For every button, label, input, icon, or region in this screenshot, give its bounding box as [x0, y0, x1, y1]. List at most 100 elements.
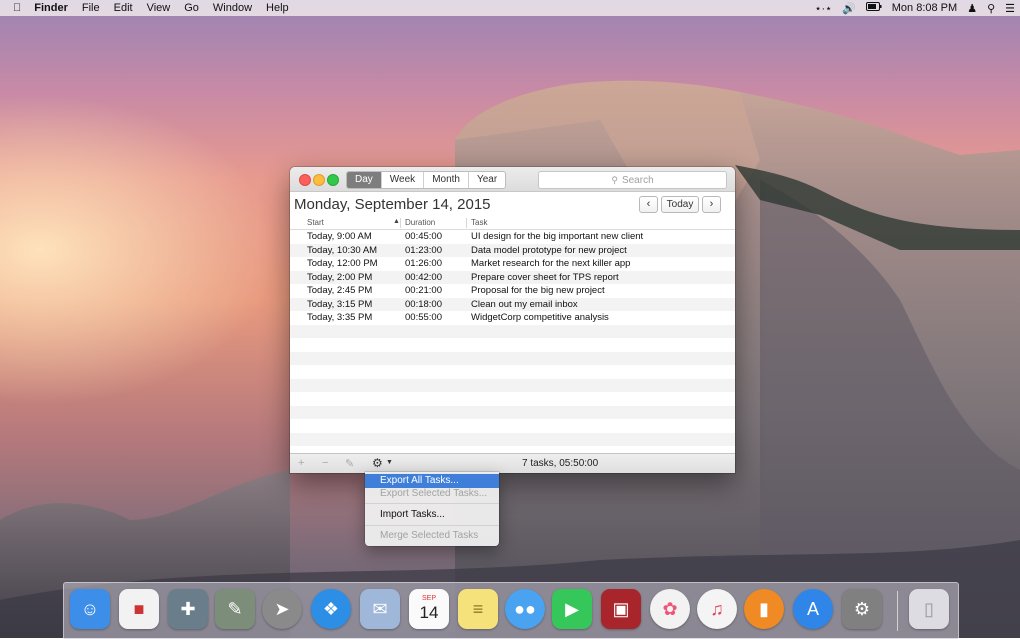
ibooks-icon[interactable]: ▮: [744, 589, 784, 629]
launchpad-icon[interactable]: ➤: [262, 589, 302, 629]
cell-task: Proposal for the big new project: [471, 285, 605, 296]
empty-row: [290, 365, 735, 379]
notes-icon[interactable]: ≡: [458, 589, 498, 629]
tab-day[interactable]: Day: [347, 172, 381, 188]
empty-row: [290, 378, 735, 392]
date-navigation: ‹ Today ›: [636, 196, 721, 213]
safari-icon[interactable]: ❖: [311, 589, 351, 629]
empty-row: [290, 432, 735, 446]
app-icon-3[interactable]: ✚: [168, 589, 208, 629]
gear-icon[interactable]: ⚙: [372, 456, 383, 470]
photos-icon[interactable]: ✿: [650, 589, 690, 629]
menu-item-export-all[interactable]: Export All Tasks...: [365, 474, 499, 488]
empty-row: [290, 392, 735, 406]
menu-item-export-selected: Export Selected Tasks...: [380, 488, 488, 499]
menu-edit[interactable]: Edit: [107, 2, 140, 14]
column-divider[interactable]: [400, 218, 401, 228]
chevron-down-icon[interactable]: ▼: [386, 459, 393, 466]
empty-row: [290, 405, 735, 419]
date-bar: Monday, September 14, 2015 ‹ Today ›: [290, 192, 735, 216]
status-summary: 7 tasks, 05:50:00: [522, 458, 599, 469]
window-titlebar[interactable]: Day Week Month Year ⚲ Search: [290, 167, 735, 192]
cell-duration: 00:21:00: [405, 285, 442, 296]
zoom-button[interactable]: [327, 174, 339, 186]
cell-start: Today, 2:45 PM: [307, 285, 373, 296]
search-input[interactable]: ⚲ Search: [538, 171, 727, 189]
system-preferences-icon[interactable]: ⚙: [842, 589, 882, 629]
menu-window[interactable]: Window: [206, 2, 259, 14]
calendar-icon[interactable]: ■: [119, 589, 159, 629]
column-duration[interactable]: Duration: [405, 218, 435, 227]
spotlight-icon[interactable]: ⚲: [982, 2, 1000, 15]
bluetooth-icon[interactable]: ⋆·⋆: [810, 2, 837, 15]
menu-item-merge-selected: Merge Selected Tasks: [380, 530, 479, 541]
messages-icon[interactable]: ●●: [505, 589, 545, 629]
cell-start: Today, 10:30 AM: [307, 244, 378, 256]
next-day-button[interactable]: ›: [702, 196, 721, 213]
menu-go[interactable]: Go: [177, 2, 206, 14]
window-bottom-bar: + − ✎ ⚙ ▼ 7 tasks, 05:50:00: [290, 453, 735, 473]
empty-row: [290, 338, 735, 352]
cell-duration: 01:23:00: [405, 244, 442, 256]
menu-separator: [365, 503, 499, 504]
column-task[interactable]: Task: [471, 218, 487, 227]
search-placeholder: Search: [621, 174, 654, 186]
app-icon-4[interactable]: ✎: [215, 589, 255, 629]
mail-icon[interactable]: ✉: [360, 589, 400, 629]
tab-year[interactable]: Year: [467, 172, 505, 188]
app-store-icon[interactable]: A: [793, 589, 833, 629]
facetime-icon[interactable]: ▶: [552, 589, 592, 629]
tab-week[interactable]: Week: [380, 172, 423, 188]
table-row[interactable]: Today, 12:00 PM 01:26:00 Market research…: [290, 257, 735, 271]
cell-duration: 00:55:00: [405, 312, 442, 323]
calendar-day: 14: [419, 603, 439, 622]
table-row[interactable]: Today, 2:00 PM 00:42:00 Prepare cover sh…: [290, 270, 735, 284]
volume-icon[interactable]: 🔊: [837, 2, 861, 15]
table-row[interactable]: Today, 10:30 AM 01:23:00 Data model prot…: [290, 243, 735, 257]
cell-start: Today, 2:00 PM: [307, 271, 373, 283]
task-table: Today, 9:00 AM 00:45:00 UI design for th…: [290, 230, 735, 446]
menu-separator: [365, 525, 499, 526]
cell-task: WidgetCorp competitive analysis: [471, 312, 609, 323]
clock[interactable]: Mon 8:08 PM: [887, 2, 962, 14]
column-start[interactable]: Start: [307, 218, 324, 227]
apple-menu-icon[interactable]: : [0, 2, 27, 14]
cell-task: Clean out my email inbox: [471, 298, 578, 310]
dock-separator: [897, 591, 898, 631]
cell-start: Today, 3:15 PM: [307, 298, 373, 310]
task-window: Day Week Month Year ⚲ Search Monday, Sep…: [290, 167, 735, 473]
menu-help[interactable]: Help: [259, 2, 296, 14]
today-button[interactable]: Today: [661, 196, 699, 213]
menu-view[interactable]: View: [140, 2, 178, 14]
table-row[interactable]: Today, 3:15 PM 00:18:00 Clean out my ema…: [290, 297, 735, 311]
minimize-button[interactable]: [313, 174, 325, 186]
table-row[interactable]: Today, 3:35 PM 00:55:00 WidgetCorp compe…: [290, 311, 735, 325]
user-icon[interactable]: ♟: [962, 2, 982, 15]
table-row[interactable]: Today, 2:45 PM 00:21:00 Proposal for the…: [290, 284, 735, 298]
menu-file[interactable]: File: [75, 2, 107, 14]
finder-icon[interactable]: ☺: [70, 589, 110, 629]
notification-center-icon[interactable]: ☰: [1000, 2, 1020, 15]
photo-booth-icon[interactable]: ▣: [601, 589, 641, 629]
view-segmented-control: Day Week Month Year: [346, 171, 507, 189]
cell-start: Today, 9:00 AM: [307, 231, 372, 242]
previous-day-button[interactable]: ‹: [639, 196, 658, 213]
cell-task: Data model prototype for new project: [471, 244, 627, 256]
battery-icon[interactable]: [861, 2, 887, 14]
menu-item-import[interactable]: Import Tasks...: [365, 508, 499, 522]
table-row[interactable]: Today, 9:00 AM 00:45:00 UI design for th…: [290, 230, 735, 244]
trash-icon[interactable]: ▯: [909, 589, 949, 629]
tab-month[interactable]: Month: [423, 172, 468, 188]
cell-start: Today, 12:00 PM: [307, 258, 378, 269]
column-divider[interactable]: [466, 218, 467, 228]
cell-task: Market research for the next killer app: [471, 258, 631, 269]
edit-pencil-icon[interactable]: ✎: [345, 457, 354, 470]
add-icon[interactable]: +: [298, 457, 304, 469]
close-button[interactable]: [299, 174, 311, 186]
calendar-14-icon[interactable]: SEP 14: [409, 589, 449, 629]
sort-ascending-icon: ▲: [393, 218, 400, 225]
menu-app-finder[interactable]: Finder: [27, 2, 75, 14]
remove-icon[interactable]: −: [322, 457, 328, 469]
menu-bar:  Finder File Edit View Go Window Help ⋆…: [0, 0, 1020, 16]
itunes-icon[interactable]: ♫: [697, 589, 737, 629]
